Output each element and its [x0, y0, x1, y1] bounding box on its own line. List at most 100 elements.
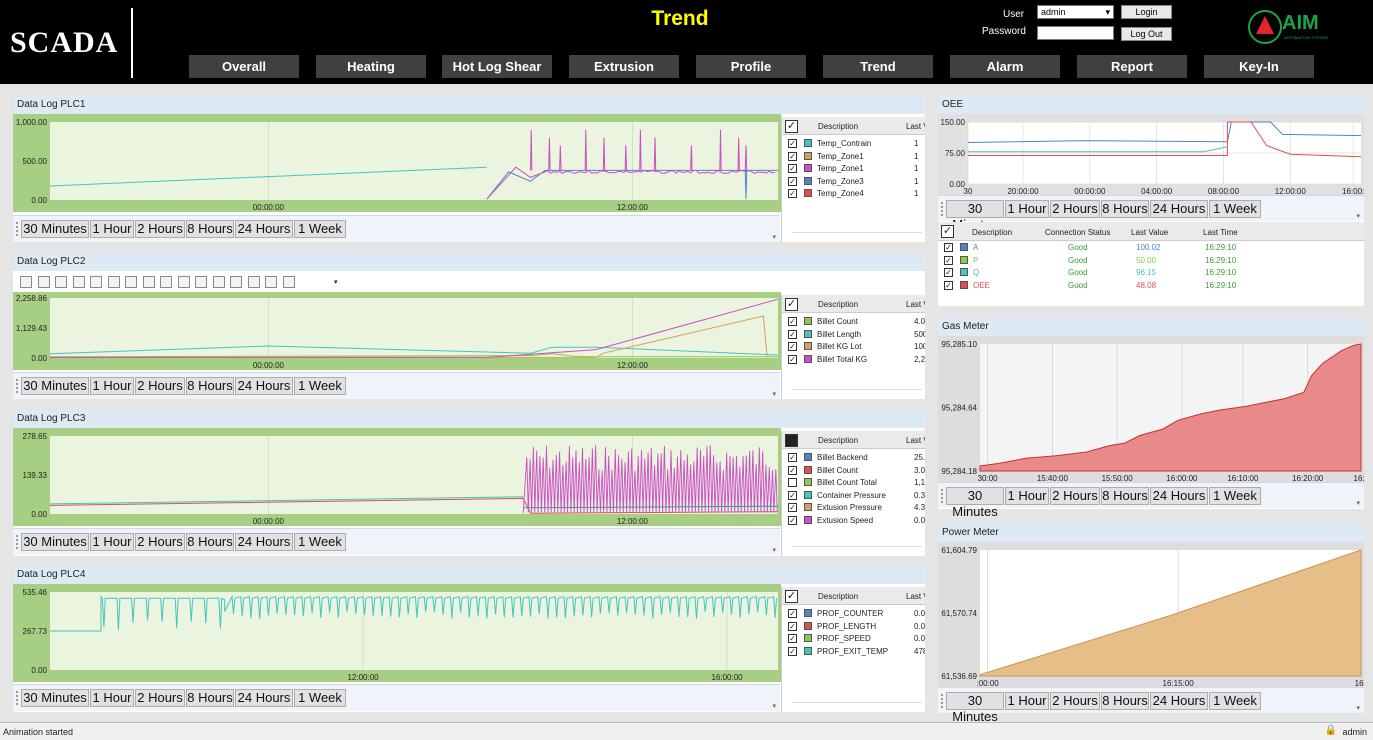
series-checkbox[interactable]: ✓	[788, 453, 797, 462]
nav-alarm-button[interactable]: Alarm	[950, 55, 1060, 78]
series-checkbox[interactable]: ✓	[788, 342, 797, 351]
legend-row[interactable]: ✓ Extusion Pressure 4.3	[782, 502, 925, 514]
chart-svg[interactable]: 2,258.86 1,129.43 0.00 00:00:00 12:00:00	[13, 292, 781, 370]
series-checkbox[interactable]: ✓	[944, 280, 953, 290]
drag-handle[interactable]	[941, 489, 943, 503]
chart-plc2[interactable]: 2,258.86 1,129.43 0.00 00:00:00 12:00:00	[13, 292, 781, 370]
range-1-hour-button[interactable]: 1 Hour	[1005, 692, 1049, 710]
password-input[interactable]	[1037, 26, 1114, 40]
pause-icon[interactable]	[125, 276, 137, 288]
series-checkbox[interactable]: ✓	[788, 465, 797, 475]
range-1-hour-button[interactable]: 1 Hour	[1005, 200, 1049, 218]
select-all-checkbox[interactable]: ✓	[785, 590, 798, 603]
series-checkbox[interactable]: ✓	[788, 151, 797, 161]
formula-icon[interactable]	[230, 276, 242, 288]
series-checkbox[interactable]: ✓	[944, 243, 953, 252]
range-24-hours-button[interactable]: 24 Hours	[1150, 487, 1208, 505]
legend-scrollbar[interactable]	[792, 546, 922, 552]
series-checkbox[interactable]: ✓	[788, 634, 797, 643]
user-select[interactable]: admin ▾	[1037, 5, 1114, 19]
select-all-checkbox[interactable]: ✓	[785, 298, 798, 311]
nav-extrusion-button[interactable]: Extrusion	[569, 55, 679, 78]
series-checkbox[interactable]	[788, 478, 797, 487]
drag-handle[interactable]	[16, 535, 18, 549]
chart-power[interactable]: 61,604.79 61,570.74 61,536.69:00:00 16:15:0…	[938, 542, 1364, 688]
select-all-checkbox[interactable]: ✓	[785, 120, 798, 133]
legend-row[interactable]: ✓ Billet Count 3.0	[782, 465, 925, 477]
chart-svg[interactable]: 95,285.1095,284.6495,284.1830:00 15:40:00…	[938, 336, 1365, 483]
range-1-week-button[interactable]: 1 Week	[294, 533, 346, 551]
legend-row[interactable]: ✓ PROF_SPEED 0.0	[782, 633, 925, 645]
grid-icon[interactable]	[142, 276, 155, 288]
legend-row[interactable]: ✓ PROF_EXIT_TEMP 478	[782, 646, 925, 658]
range-30-minutes-button[interactable]: 30 Minutes	[946, 487, 1004, 519]
range-1-hour-button[interactable]: 1 Hour	[90, 377, 134, 395]
range-24-hours-button[interactable]: 24 Hours	[235, 533, 293, 551]
series-checkbox[interactable]: ✓	[788, 515, 797, 525]
nav-report-button[interactable]: Report	[1077, 55, 1187, 78]
range-8-hours-button[interactable]: 8 Hours	[186, 533, 234, 551]
history-icon[interactable]	[55, 276, 67, 288]
range-1-hour-button[interactable]: 1 Hour	[90, 220, 134, 238]
series-checkbox[interactable]: ✓	[788, 329, 797, 339]
chart-plc4[interactable]: 535.46 267.73 0.00 12:00:00 16:00:00	[13, 584, 781, 682]
oee-row[interactable]: ✓ P Good 50.00 16:29:10	[938, 255, 1364, 267]
series-checkbox[interactable]: ✓	[788, 164, 797, 173]
series-checkbox[interactable]: ✓	[788, 354, 797, 364]
series-checkbox[interactable]: ✓	[788, 609, 797, 618]
range-2-hours-button[interactable]: 2 Hours	[1050, 487, 1100, 505]
logout-button[interactable]: Log Out	[1121, 27, 1172, 41]
save-icon[interactable]	[282, 276, 295, 288]
overflow-chevron-icon[interactable]: ▾	[772, 546, 776, 554]
overflow-chevron-icon[interactable]: ▾	[772, 702, 776, 710]
nav-trend-button[interactable]: Trend	[823, 55, 933, 78]
range-8-hours-button[interactable]: 8 Hours	[1101, 692, 1149, 710]
print-icon[interactable]	[247, 276, 260, 288]
range-8-hours-button[interactable]: 8 Hours	[186, 220, 234, 238]
series-checkbox[interactable]: ✓	[788, 621, 797, 631]
oee-row[interactable]: ✓ OEE Good 48.08 16:29:10	[938, 280, 1364, 292]
legend-row[interactable]: ✓ Billet Count 4.0	[782, 316, 925, 328]
chart-svg[interactable]: 61,604.7961,570.7461,536.69:00:00 16:15:0…	[938, 542, 1364, 688]
overflow-chevron-icon[interactable]: ▾	[1356, 499, 1360, 507]
nav-hot-log-shear-button[interactable]: Hot Log Shear	[442, 55, 552, 78]
legend-scrollbar[interactable]	[792, 389, 922, 395]
series-checkbox[interactable]: ✓	[788, 490, 797, 500]
series-checkbox[interactable]: ✓	[944, 255, 953, 265]
range-8-hours-button[interactable]: 8 Hours	[186, 377, 234, 395]
series-checkbox[interactable]: ✓	[788, 646, 797, 656]
series-checkbox[interactable]: ✓	[788, 189, 797, 198]
legend-row[interactable]: ✓ Container Pressure 0.3	[782, 490, 925, 502]
ratio-icon[interactable]	[90, 276, 102, 288]
camera-icon[interactable]	[37, 276, 50, 288]
range-24-hours-button[interactable]: 24 Hours	[235, 377, 293, 395]
select-all-checkbox[interactable]: ✓	[941, 225, 954, 238]
range-30-minutes-button[interactable]: 30 Minutes	[21, 533, 89, 551]
open-icon[interactable]	[265, 276, 277, 288]
range-2-hours-button[interactable]: 2 Hours	[135, 689, 185, 707]
legend-row[interactable]: ✓ Billet Length 500	[782, 329, 925, 341]
range-24-hours-button[interactable]: 24 Hours	[1150, 200, 1208, 218]
range-24-hours-button[interactable]: 24 Hours	[1150, 692, 1208, 710]
range-30-minutes-button[interactable]: 30 Minutes	[21, 220, 89, 238]
chart-svg[interactable]: 278.65 139.33 0.00 00:00:00 12:00:00	[13, 428, 781, 526]
range-30-minutes-button[interactable]: 30 Minutes	[21, 377, 89, 395]
chart-plc1[interactable]: 1,000.00 500.00 0.00 00:00:00 12:00:00	[13, 114, 781, 212]
legend-row[interactable]: ✓ Temp_Contrain 1	[782, 138, 925, 150]
chart-svg[interactable]: 1,000.00 500.00 0.00 00:00:00 12:00:00	[13, 114, 781, 212]
range-1-week-button[interactable]: 1 Week	[294, 377, 346, 395]
legend-row[interactable]: ✓ PROF_LENGTH 0.0	[782, 621, 925, 633]
drag-handle[interactable]	[16, 379, 18, 393]
legend-row[interactable]: ✓ Billet Backend 25.	[782, 452, 925, 464]
chart-oee[interactable]: 150.00 75.00 0.00 30 20:00:00 00:00:00 04:00:0…	[938, 114, 1364, 196]
overflow-chevron-icon[interactable]: ▾	[772, 233, 776, 241]
chart-gas[interactable]: 95,285.10 95,284.64 95,284.18 30:00 15:40:00…	[938, 336, 1365, 483]
oee-row[interactable]: ✓ A Good 100.02 16:29:10	[938, 242, 1364, 254]
range-1-week-button[interactable]: 1 Week	[1209, 200, 1261, 218]
nav-overall-button[interactable]: Overall	[189, 55, 299, 78]
legend-row[interactable]: ✓ Temp_Zone3 1	[782, 176, 925, 188]
series-checkbox[interactable]: ✓	[788, 503, 797, 512]
select-icon[interactable]	[72, 276, 85, 288]
range-2-hours-button[interactable]: 2 Hours	[135, 377, 185, 395]
series-checkbox[interactable]: ✓	[944, 268, 953, 277]
